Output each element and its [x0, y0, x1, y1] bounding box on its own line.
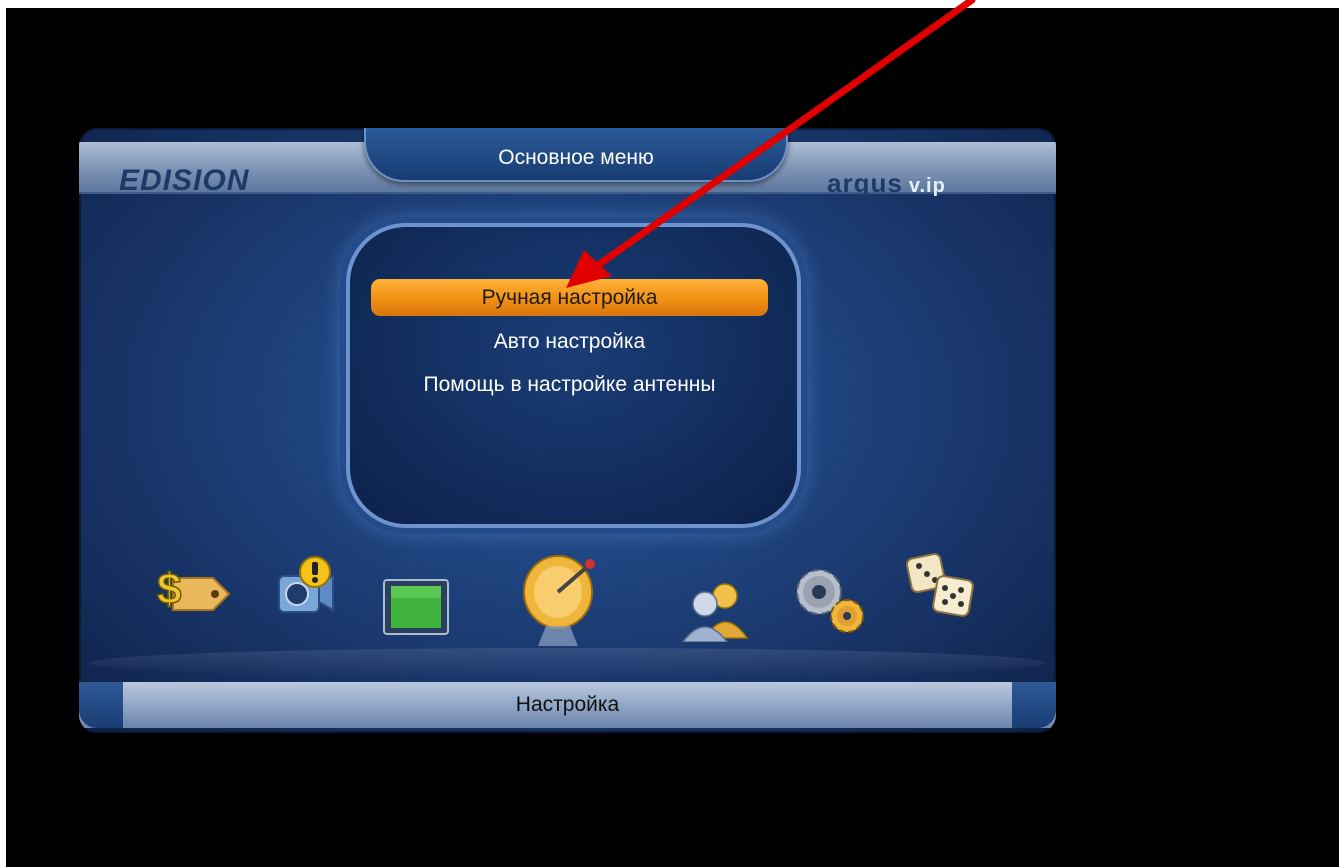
settings-gears-icon[interactable] [787, 560, 871, 638]
users-icon[interactable] [679, 578, 751, 642]
argus-vip-logo: argus v.ip [827, 168, 946, 199]
top-edge [0, 0, 1339, 8]
footer-label: Настройка [515, 693, 620, 716]
main-menu-panel: EDISION argus v.ip Основное меню Ручная н… [79, 128, 1056, 733]
satellite-dish-icon[interactable] [516, 548, 606, 648]
edision-logo: EDISION [119, 164, 250, 197]
menu-item-antenna-help[interactable]: Помощь в настройке антенны [371, 366, 768, 403]
submenu-frame: Ручная настройка Авто настройка Помощь в… [346, 223, 801, 528]
menu-item-auto-scan[interactable]: Авто настройка [371, 323, 768, 360]
money-tag-icon[interactable]: $ [153, 560, 233, 620]
vip-logo-text: v.ip [908, 175, 946, 197]
tv-screen-icon[interactable] [382, 578, 450, 636]
title-tab: Основное меню [364, 128, 788, 182]
svg-text:$: $ [157, 565, 181, 614]
category-icon-row: $ [79, 548, 1056, 678]
camera-warning-icon[interactable] [271, 554, 341, 624]
left-edge [0, 0, 6, 867]
dice-icon[interactable] [905, 552, 979, 622]
page-title: Основное меню [498, 146, 654, 169]
menu-item-manual-scan[interactable]: Ручная настройка [371, 279, 768, 316]
argus-logo-text: argus [827, 168, 903, 198]
